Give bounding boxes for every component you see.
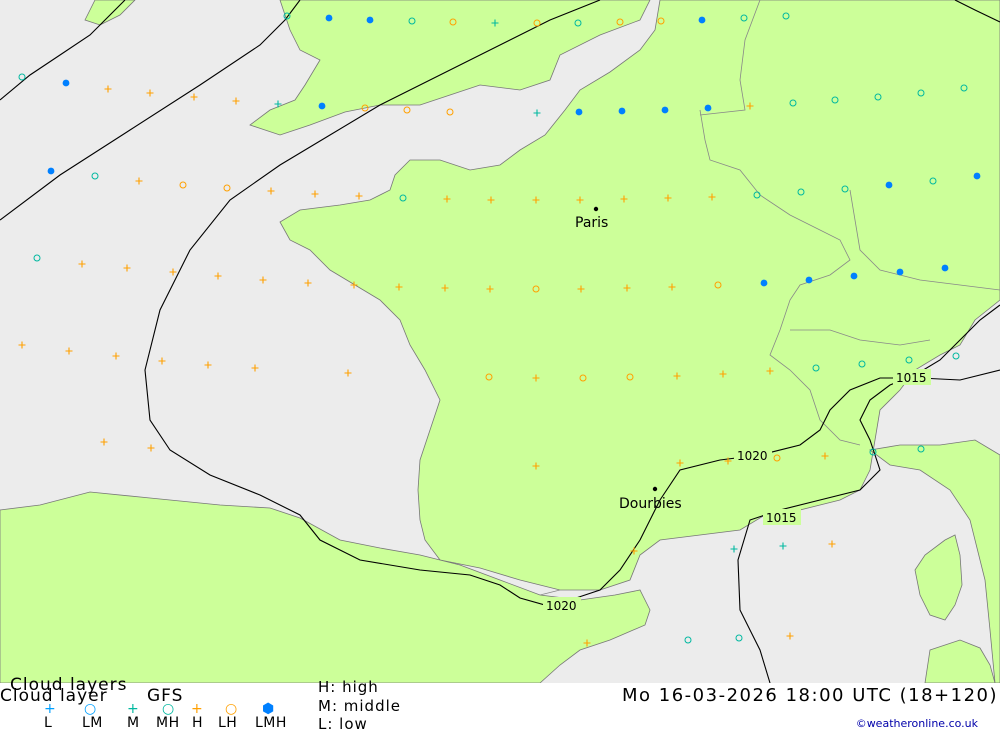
forecast-datetime: Mo 16-03-2026 18:00 UTC (18+120) <box>622 685 998 706</box>
legend-label-lh: LH <box>218 715 238 731</box>
legend-label-mh: MH <box>156 715 180 731</box>
key-low: L: low <box>318 715 368 733</box>
cloud-symbol-filled-dot-icon <box>698 16 706 24</box>
credit-link[interactable]: ©weatheronline.co.uk <box>856 717 978 730</box>
legend-label-h: H <box>192 715 204 731</box>
cloud-symbol-filled-dot-icon <box>325 14 333 22</box>
city-label-paris: Paris <box>575 215 608 231</box>
legend-label-l: L <box>44 715 53 731</box>
cloud-symbol-filled-dot-icon <box>850 272 858 280</box>
isobar-label-1020-a: 1020 <box>737 449 768 463</box>
city-dot-paris <box>593 206 599 212</box>
weather-map-view: 1015 1020 1020 1015 Paris Dourbies Cloud… <box>0 0 1000 733</box>
cloud-symbol-filled-dot-icon <box>885 181 893 189</box>
key-high: H: high <box>318 678 379 696</box>
city-label-dourbies: Dourbies <box>619 496 682 512</box>
cloud-symbol-filled-dot-icon <box>318 102 326 110</box>
cloud-symbol-filled-dot-icon <box>575 108 583 116</box>
city-dot-dourbies <box>652 486 658 492</box>
cloud-symbol-filled-dot-icon <box>618 107 626 115</box>
cloud-symbol-filled-dot-icon <box>704 104 712 112</box>
cloud-symbol-filled-dot-icon <box>973 172 981 180</box>
cloud-symbol-filled-dot-icon <box>896 268 904 276</box>
cloud-symbol-filled-dot-icon <box>941 264 949 272</box>
cloud-symbol-filled-dot-icon <box>62 79 70 87</box>
legend-label-m: M <box>127 715 140 731</box>
cloud-symbol-filled-dot-icon <box>47 167 55 175</box>
isobar-label-1015-b: 1015 <box>766 511 797 525</box>
legend-label-lmh: LMH <box>255 715 287 731</box>
cloud-symbol-filled-dot-icon <box>805 276 813 284</box>
cloud-symbol-filled-dot-icon <box>661 106 669 114</box>
cloud-symbol-filled-dot-icon <box>760 279 768 287</box>
isobar-label-1015-a: 1015 <box>896 371 927 385</box>
cloud-symbol-filled-dot-icon <box>366 16 374 24</box>
isobar-label-1020-b: 1020 <box>546 599 577 613</box>
cloud-layers-map: 1015 1020 1020 1015 Paris Dourbies <box>0 0 1000 683</box>
key-middle: M: middle <box>318 697 401 715</box>
legend-label-lm: LM <box>82 715 103 731</box>
legend-footer: Cloud layers Cloud layer GFS + L ○ LM + M ○ MH +… <box>0 675 1000 733</box>
